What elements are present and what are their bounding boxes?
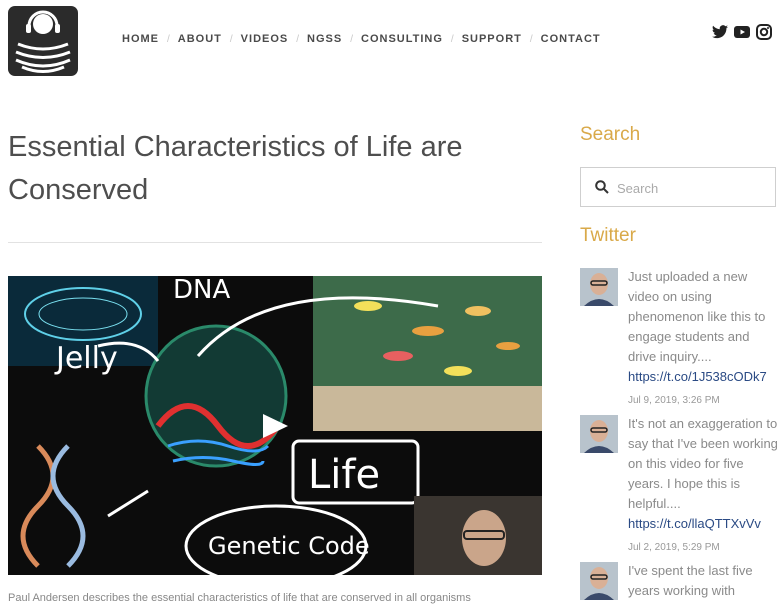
main-nav: HOME / ABOUT / VIDEOS / NGSS / CONSULTIN…: [122, 33, 601, 45]
nav-support[interactable]: SUPPORT: [462, 33, 522, 45]
nav-separator: /: [450, 33, 454, 45]
nav-separator: /: [529, 33, 533, 45]
avatar[interactable]: [580, 415, 618, 453]
avatar[interactable]: [580, 562, 618, 600]
video-label-life: Life: [308, 452, 380, 498]
search-box: [580, 167, 776, 207]
title-divider: [8, 242, 542, 243]
avatar[interactable]: [580, 268, 618, 306]
nav-contact[interactable]: CONTACT: [541, 33, 601, 45]
page-title: Essential Characteristics of Life are Co…: [8, 131, 463, 206]
site-header: HOME / ABOUT / VIDEOS / NGSS / CONSULTIN…: [0, 0, 778, 80]
nav-videos[interactable]: VIDEOS: [241, 33, 289, 45]
headphones-logo-icon: [15, 10, 71, 73]
nav-ngss[interactable]: NGSS: [307, 33, 342, 45]
instagram-icon[interactable]: [756, 24, 772, 45]
site-logo[interactable]: [8, 6, 78, 76]
nav-consulting[interactable]: CONSULTING: [361, 33, 443, 45]
video-label-jelly: Jelly: [54, 341, 118, 376]
nav-home[interactable]: HOME: [122, 33, 159, 45]
search-input[interactable]: [615, 177, 769, 199]
tweet-date: Jul 9, 2019, 3:26 PM: [628, 395, 720, 406]
twitter-heading: Twitter: [580, 225, 636, 246]
nav-separator: /: [296, 33, 300, 45]
video-label-dna: DNA: [173, 276, 230, 305]
video-player[interactable]: DNA Jelly Life Genetic Code: [8, 276, 542, 575]
tweet-link[interactable]: https://t.co/1J538cODk7: [628, 367, 778, 387]
tweet-link[interactable]: https://t.co/llaQTTXvVv: [628, 514, 778, 534]
search-icon: [595, 180, 609, 194]
twitter-icon[interactable]: [712, 25, 728, 44]
social-links: [712, 24, 772, 45]
video-label-genetic-code: Genetic Code: [208, 532, 370, 560]
tweet-text: It's not an exaggeration to say that I'v…: [628, 416, 778, 511]
video-thumbnail: DNA Jelly Life Genetic Code: [8, 276, 542, 575]
post-excerpt: Paul Andersen describes the essential ch…: [8, 592, 471, 604]
nav-separator: /: [167, 33, 170, 45]
youtube-icon[interactable]: [734, 25, 750, 44]
search-heading: Search: [580, 124, 641, 145]
nav-separator: /: [229, 33, 233, 45]
tweet-date: Jul 2, 2019, 5:29 PM: [628, 542, 720, 553]
nav-separator: /: [350, 33, 353, 45]
nav-about[interactable]: ABOUT: [178, 33, 222, 45]
tweet-text: I've spent the last five years working w…: [628, 563, 753, 598]
tweet-text: Just uploaded a new video on using pheno…: [628, 269, 766, 364]
